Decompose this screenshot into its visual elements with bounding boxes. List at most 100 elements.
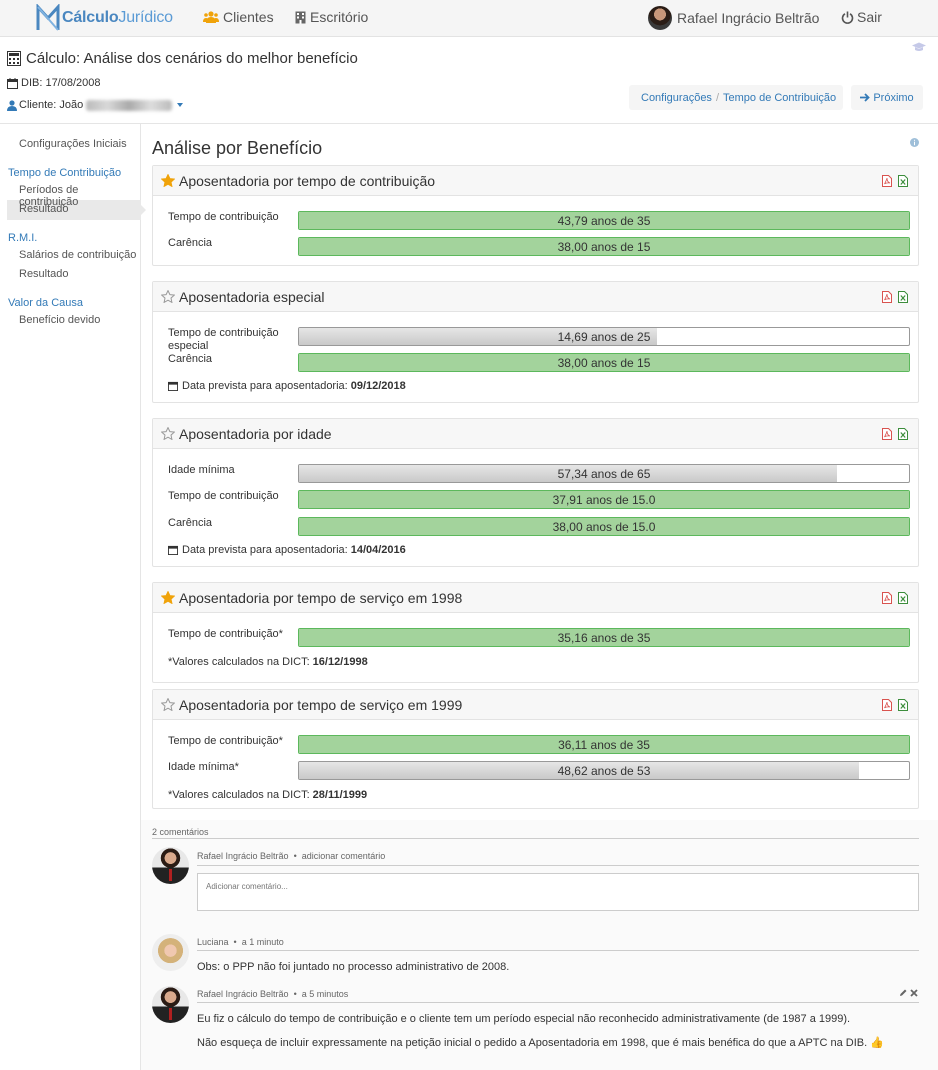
sidebar-section-rmi[interactable]: R.M.I. (8, 232, 37, 244)
benefit-card-title: Aposentadoria por tempo de serviço em 19… (179, 589, 463, 606)
excel-icon[interactable] (898, 291, 908, 303)
breadcrumb-separator: / (715, 91, 719, 104)
next-button[interactable]: Próximo (851, 85, 923, 110)
sidebar-active-arrow (141, 205, 146, 215)
analysis-title: Análise por Benefício (152, 138, 323, 158)
progress-bar: 48,62 anos de 53 (298, 761, 910, 780)
benefit-card-header: Aposentadoria especial (153, 282, 918, 312)
brand-name-part1: Cálculo (62, 9, 119, 26)
sidebar-section-tempo-contribuicao[interactable]: Tempo de Contribuição (8, 167, 121, 179)
progress-bar: 38,00 anos de 15.0 (298, 517, 910, 536)
benefit-row-label: Idade mínima* (168, 761, 239, 773)
note-label: Data prevista para aposentadoria: (182, 380, 348, 392)
graduation-cap-icon[interactable] (912, 42, 926, 52)
star-empty-icon[interactable] (161, 290, 175, 303)
breadcrumb-tempo-contribuicao[interactable]: Tempo de Contribuição (723, 92, 836, 104)
progress-bar-text: 48,62 anos de 53 (557, 764, 651, 778)
sidebar-section-valor-causa[interactable]: Valor da Causa (8, 297, 83, 309)
progress-bar-text: 37,91 anos de 15.0 (552, 493, 656, 507)
logout-label: Sair (857, 9, 882, 25)
star-empty-icon[interactable] (161, 698, 175, 711)
star-filled-icon[interactable] (161, 591, 175, 604)
benefit-card-actions (882, 699, 908, 711)
nav-escritorio[interactable]: Escritório (295, 9, 368, 25)
brand[interactable]: CálculoJurídico (36, 4, 173, 32)
pdf-icon[interactable] (882, 699, 892, 711)
sidebar-item-beneficio-devido[interactable]: Benefício devido (19, 314, 100, 326)
user-menu[interactable]: Rafael Ingrácio Beltrão (648, 6, 819, 30)
progress-bar: 38,00 anos de 15 (298, 353, 910, 372)
note-label: Data prevista para aposentadoria: (182, 544, 348, 556)
benefit-row-label: Carência (168, 517, 213, 529)
sidebar-item-resultado-tempo[interactable]: Resultado (19, 203, 69, 215)
pdf-icon[interactable] (882, 592, 892, 604)
benefit-card-header: Aposentadoria por idade (153, 419, 918, 449)
users-icon (203, 11, 219, 23)
breadcrumb-configuracoes[interactable]: Configurações (641, 92, 712, 104)
thumbs-up-icon: 👍 (870, 1037, 884, 1049)
add-comment-link[interactable]: adicionar comentário (302, 851, 386, 861)
sidebar: Configurações Iniciais Tempo de Contribu… (0, 124, 141, 1070)
brand-name-part2: Jurídico (118, 9, 173, 26)
benefit-card: Aposentadoria por tempo de serviço em 19… (152, 582, 919, 683)
comment-input-placeholder: Adicionar comentário... (206, 882, 288, 891)
new-comment-meta: Rafael Ingrácio Beltrão • adicionar coment… (197, 851, 385, 861)
note-label: *Valores calculados na DICT: (168, 789, 310, 801)
benefit-card-actions (882, 592, 908, 604)
calendar-icon (168, 381, 178, 391)
star-filled-icon[interactable] (161, 174, 175, 187)
user-avatar (648, 6, 672, 30)
new-comment-divider (197, 865, 919, 866)
comments-divider (152, 838, 919, 839)
arrow-right-icon (860, 93, 871, 102)
progress-bar-text: 38,00 anos de 15 (557, 356, 651, 370)
benefit-row-label: Tempo de contribuição (168, 211, 279, 223)
user-name: Rafael Ingrácio Beltrão (677, 10, 820, 26)
close-icon[interactable] (910, 989, 918, 997)
benefit-card-title: Aposentadoria por idade (179, 425, 332, 442)
sidebar-item-resultado-rmi[interactable]: Resultado (19, 268, 69, 280)
dib-text: DIB: 17/08/2008 (21, 77, 101, 89)
pdf-icon[interactable] (882, 428, 892, 440)
benefit-card-header: Aposentadoria por tempo de serviço em 19… (153, 583, 918, 613)
benefit-row-label: Idade mínima (168, 464, 235, 476)
info-icon[interactable] (910, 138, 919, 147)
progress-bar: 14,69 anos de 25 (298, 327, 910, 346)
excel-icon[interactable] (898, 592, 908, 604)
comment-1-text: Obs: o PPP não foi juntado no processo a… (197, 961, 510, 973)
calculator-icon (7, 51, 21, 66)
benefit-card-header: Aposentadoria por tempo de serviço em 19… (153, 690, 918, 720)
sidebar-item-configuracoes-iniciais[interactable]: Configurações Iniciais (19, 138, 127, 150)
excel-icon[interactable] (898, 175, 908, 187)
comment-2-text-1: Eu fiz o cálculo do tempo de contribuiçã… (197, 1013, 851, 1025)
benefit-row-label: Tempo de contribuição (168, 490, 279, 502)
benefit-card-title: Aposentadoria especial (179, 288, 325, 305)
top-navbar: CálculoJurídico Clientes Escritório Rafa… (0, 0, 938, 37)
benefit-card-note: Data prevista para aposentadoria: 09/12/2… (168, 380, 406, 392)
nav-clientes-label: Clientes (223, 9, 274, 25)
brand-logo-icon (36, 4, 60, 31)
excel-icon[interactable] (898, 428, 908, 440)
comment-2-meta: Rafael Ingrácio Beltrão • a 5 minutos (197, 989, 348, 999)
cliente-text: Cliente: João (19, 99, 84, 111)
benefit-card-actions (882, 175, 908, 187)
note-value: 14/04/2016 (350, 544, 406, 556)
nav-escritorio-label: Escritório (310, 9, 369, 25)
calendar-icon (7, 77, 18, 89)
note-value: 28/11/1999 (312, 789, 368, 801)
sidebar-item-salarios[interactable]: Salários de contribuição (19, 249, 136, 261)
benefit-card-note: *Valores calculados na DICT: 28/11/1999 (168, 789, 367, 801)
dib-info: DIB: 17/08/2008 (7, 77, 101, 89)
building-icon (295, 11, 306, 23)
benefit-row-label: Tempo de contribuição* (168, 628, 283, 640)
pdf-icon[interactable] (882, 291, 892, 303)
nav-clientes[interactable]: Clientes (203, 9, 274, 25)
page-title-text: Cálculo: Análise dos cenários do melhor … (26, 50, 358, 67)
pdf-icon[interactable] (882, 175, 892, 187)
star-empty-icon[interactable] (161, 427, 175, 440)
comment-input[interactable]: Adicionar comentário... (197, 873, 919, 911)
pencil-icon[interactable] (899, 989, 907, 997)
cliente-selector[interactable]: Cliente: João (7, 99, 184, 111)
excel-icon[interactable] (898, 699, 908, 711)
logout-button[interactable]: Sair (841, 9, 882, 25)
